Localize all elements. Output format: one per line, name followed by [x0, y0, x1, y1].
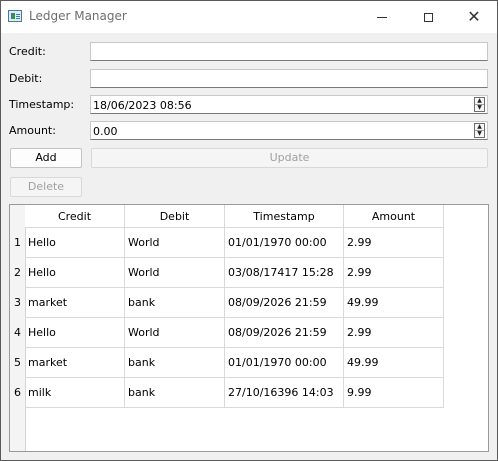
table-cell-debit[interactable]: World: [125, 318, 225, 348]
ledger-window: Ledger Manager ✕ Credit: Debit: Timestam…: [0, 0, 498, 461]
title-bar[interactable]: Ledger Manager ✕: [1, 1, 497, 33]
maximize-icon: [423, 12, 433, 22]
table-cell-timestamp[interactable]: 01/01/1970 00:00: [225, 228, 344, 258]
timestamp-value: 18/06/2023 08:56: [93, 99, 192, 112]
table-cell-debit[interactable]: World: [125, 258, 225, 288]
table-cell-debit[interactable]: World: [125, 228, 225, 258]
debit-label: Debit:: [9, 72, 43, 85]
table-cell-credit[interactable]: milk: [25, 378, 125, 408]
timestamp-input[interactable]: 18/06/2023 08:56 ▲ ▼: [90, 95, 488, 114]
amount-value: 0.00: [93, 125, 118, 138]
table-cell-timestamp[interactable]: 03/08/17417 15:28: [225, 258, 344, 288]
amount-spinner[interactable]: ▲ ▼: [474, 123, 485, 138]
table-cell-timestamp[interactable]: 08/09/2026 21:59: [225, 288, 344, 318]
table-cell-amount[interactable]: 2.99: [344, 318, 444, 348]
table-corner[interactable]: [10, 205, 25, 228]
minimize-icon: [377, 16, 387, 18]
timestamp-label: Timestamp:: [9, 98, 75, 111]
credit-input[interactable]: [90, 42, 488, 61]
update-button[interactable]: Update: [91, 148, 488, 168]
table-cell-credit[interactable]: market: [25, 288, 125, 318]
column-header-amount[interactable]: Amount: [344, 205, 444, 228]
delete-button[interactable]: Delete: [10, 177, 82, 197]
table-cell-amount[interactable]: 49.99: [344, 348, 444, 378]
table-cell-amount[interactable]: 2.99: [344, 228, 444, 258]
ledger-table[interactable]: Credit Debit Timestamp Amount 1 Hello World 01…: [9, 204, 489, 452]
table-cell-credit[interactable]: Hello: [25, 318, 125, 348]
timestamp-spinner[interactable]: ▲ ▼: [474, 97, 485, 112]
table-cell-credit[interactable]: Hello: [25, 258, 125, 288]
row-number[interactable]: 2: [10, 258, 25, 288]
table-cell-timestamp[interactable]: 01/01/1970 00:00: [225, 348, 344, 378]
credit-label: Credit:: [9, 45, 46, 58]
table-cell-amount[interactable]: 9.99: [344, 378, 444, 408]
table-cell-credit[interactable]: Hello: [25, 228, 125, 258]
table-cell-debit[interactable]: bank: [125, 378, 225, 408]
row-number[interactable]: 3: [10, 288, 25, 318]
ledger-app-icon: [8, 10, 22, 22]
spin-down-icon[interactable]: ▼: [475, 104, 484, 111]
debit-input[interactable]: [90, 69, 488, 88]
amount-label: Amount:: [9, 124, 56, 137]
close-icon: ✕: [467, 7, 481, 26]
window-title: Ledger Manager: [29, 9, 127, 23]
maximize-button[interactable]: [405, 1, 451, 33]
row-number[interactable]: 6: [10, 378, 25, 408]
table-cell-amount[interactable]: 2.99: [344, 258, 444, 288]
table-cell-credit[interactable]: market: [25, 348, 125, 378]
close-button[interactable]: ✕: [451, 1, 497, 33]
table-cell-debit[interactable]: bank: [125, 348, 225, 378]
table-cell-debit[interactable]: bank: [125, 288, 225, 318]
column-header-debit[interactable]: Debit: [125, 205, 225, 228]
table-cell-timestamp[interactable]: 08/09/2026 21:59: [225, 318, 344, 348]
column-header-credit[interactable]: Credit: [25, 205, 125, 228]
row-number[interactable]: 1: [10, 228, 25, 258]
spin-down-icon[interactable]: ▼: [475, 130, 484, 137]
column-header-timestamp[interactable]: Timestamp: [225, 205, 344, 228]
minimize-button[interactable]: [359, 1, 405, 33]
row-number[interactable]: 4: [10, 318, 25, 348]
table-cell-amount[interactable]: 49.99: [344, 288, 444, 318]
table-cell-timestamp[interactable]: 27/10/16396 14:03: [225, 378, 344, 408]
row-number[interactable]: 5: [10, 348, 25, 378]
add-button[interactable]: Add: [10, 148, 82, 168]
amount-input[interactable]: 0.00 ▲ ▼: [90, 121, 488, 140]
